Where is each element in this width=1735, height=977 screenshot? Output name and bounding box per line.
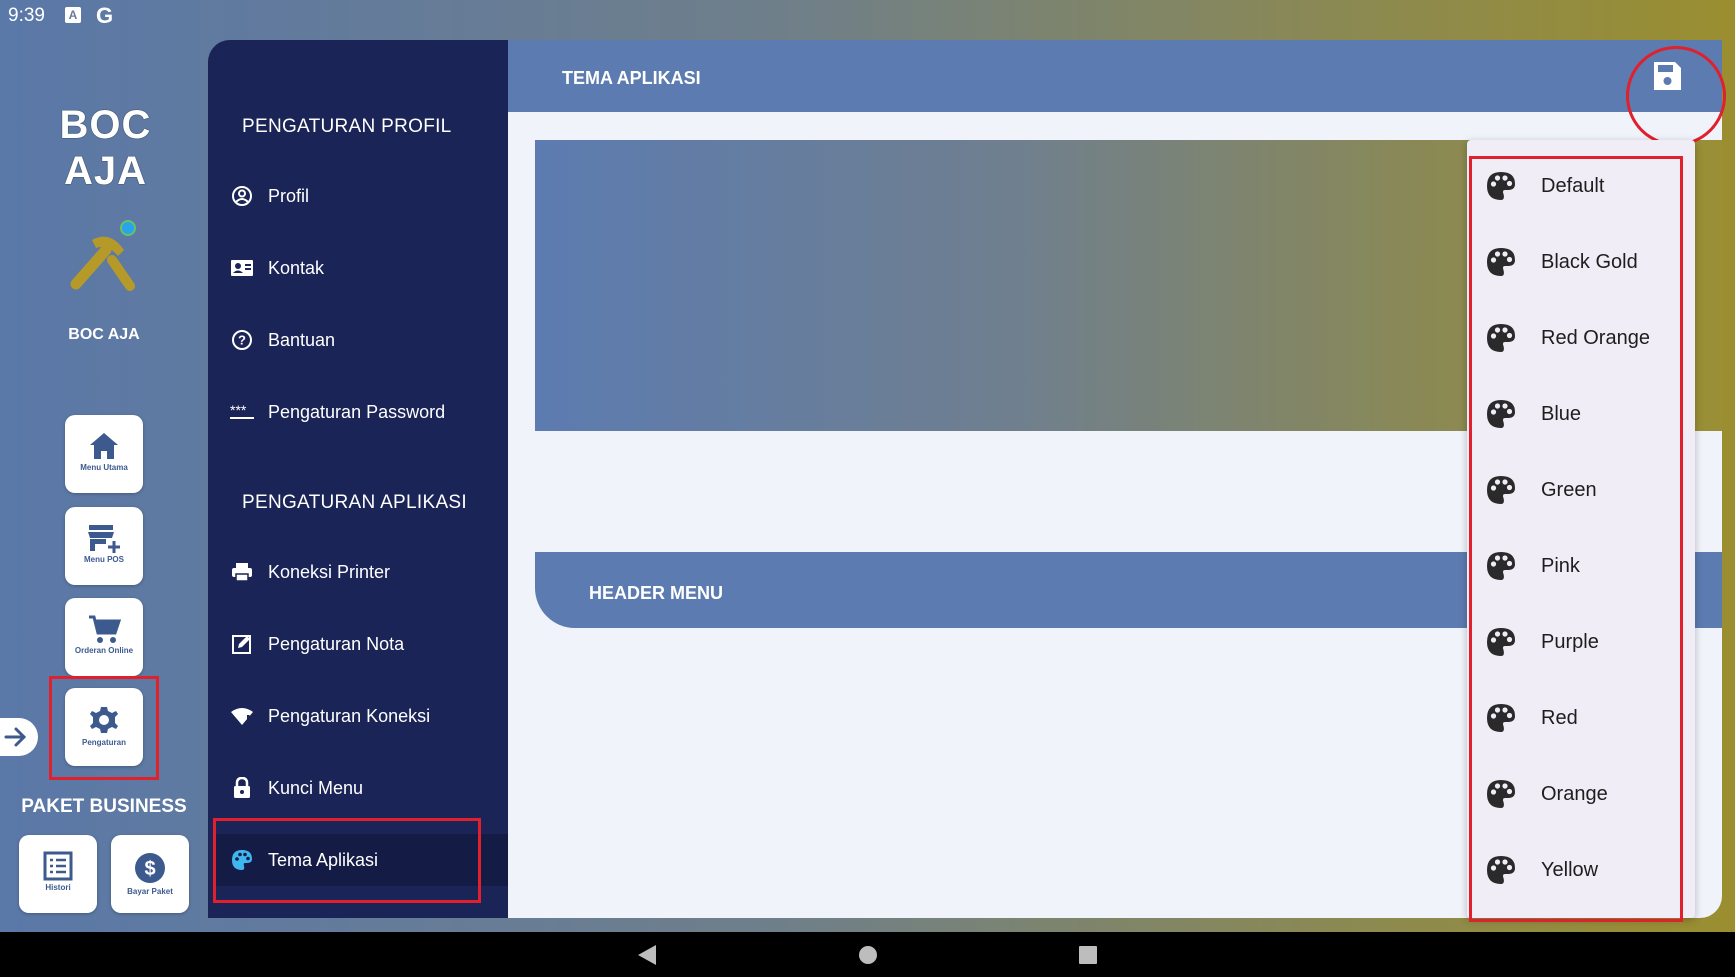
app-logo: BOC AJA — [59, 103, 152, 193]
menu-item-label: Bantuan — [268, 329, 336, 350]
menu-item-pengaturan-koneksi[interactable]: Pengaturan Koneksi — [224, 690, 508, 742]
contact-card-icon — [230, 256, 254, 280]
paket-label: PAKET BUSINESS — [21, 796, 187, 817]
menu-utama-label: Menu Utama — [80, 463, 128, 472]
bayar-paket-button[interactable]: $ Bayar Paket — [111, 835, 189, 913]
expand-rail-button[interactable] — [0, 718, 38, 756]
a-icon: A — [65, 7, 81, 23]
menu-item-label: Pengaturan Nota — [268, 633, 405, 654]
histori-button[interactable]: Histori — [19, 835, 97, 913]
back-icon[interactable] — [636, 944, 658, 966]
menu-item-kunci-menu[interactable]: Kunci Menu — [224, 762, 508, 814]
password-icon: *** — [230, 400, 254, 424]
menu-item-koneksi-printer[interactable]: Koneksi Printer — [224, 546, 508, 598]
menu-pos-label: Menu POS — [83, 555, 124, 564]
menu-item-label: Profil — [268, 185, 310, 206]
header-menu-label: HEADER MENU — [589, 583, 724, 603]
highlight-theme-dropdown — [1469, 156, 1683, 922]
help-icon: ? — [230, 328, 254, 352]
svg-text:***: *** — [230, 405, 247, 418]
home-icon — [90, 433, 118, 459]
menu-item-kontak[interactable]: Kontak — [224, 242, 508, 294]
bayar-paket-label: Bayar Paket — [127, 887, 173, 896]
orderan-online-button[interactable]: Orderan Online — [65, 598, 143, 676]
account-circle-icon — [230, 184, 254, 208]
avatar[interactable] — [62, 220, 142, 300]
wifi-alert-icon — [230, 704, 254, 728]
left-rail: BOC AJA BOC AJA Menu Utama Menu POS Orde… — [0, 32, 208, 932]
section-pengaturan-profil: PENGATURAN PROFIL — [242, 116, 452, 137]
menu-pos-button[interactable]: Menu POS — [65, 507, 143, 585]
recents-icon[interactable] — [1077, 944, 1099, 966]
user-name: BOC AJA — [68, 326, 140, 343]
edit-note-icon — [230, 632, 254, 656]
system-nav-bar — [0, 932, 1735, 977]
page-title: TEMA APLIKASI — [562, 68, 701, 88]
google-icon: G — [96, 3, 114, 28]
online-status-dot — [120, 220, 136, 236]
cart-icon — [89, 615, 121, 643]
list-icon — [43, 851, 73, 881]
store-add-icon — [88, 525, 120, 553]
menu-item-pengaturan-nota[interactable]: Pengaturan Nota — [224, 618, 508, 670]
menu-item-label: Koneksi Printer — [268, 561, 391, 582]
svg-text:$: $ — [144, 858, 155, 880]
menu-utama-button[interactable]: Menu Utama — [65, 415, 143, 493]
dollar-icon: $ — [135, 853, 165, 883]
status-bar: 9:39 A G — [0, 0, 1735, 32]
home-nav-icon[interactable] — [857, 944, 879, 966]
content-top-bar: TEMA APLIKASI — [508, 40, 1722, 112]
status-time: 9:39 — [8, 5, 45, 26]
histori-label: Histori — [45, 883, 71, 892]
arrow-right-icon — [4, 727, 27, 747]
menu-item-label: Pengaturan Koneksi — [268, 705, 431, 726]
highlight-pengaturan — [49, 676, 159, 780]
menu-item-bantuan[interactable]: ? Bantuan — [224, 314, 508, 366]
highlight-save-button — [1626, 46, 1726, 146]
menu-item-label: Kontak — [268, 257, 325, 278]
menu-item-profil[interactable]: Profil — [224, 170, 508, 222]
svg-text:?: ? — [238, 333, 246, 348]
section-pengaturan-aplikasi: PENGATURAN APLIKASI — [242, 492, 467, 513]
lock-icon — [230, 776, 254, 800]
menu-item-label: Kunci Menu — [268, 777, 364, 798]
orderan-online-label: Orderan Online — [74, 646, 134, 655]
settings-menu: PENGATURAN PROFIL Profil Kontak ? Bantua… — [208, 40, 508, 918]
menu-item-pengaturan-password[interactable]: *** Pengaturan Password — [224, 386, 508, 438]
menu-item-label: Pengaturan Password — [268, 401, 446, 422]
printer-icon — [230, 560, 254, 584]
highlight-tema-aplikasi — [213, 818, 481, 903]
